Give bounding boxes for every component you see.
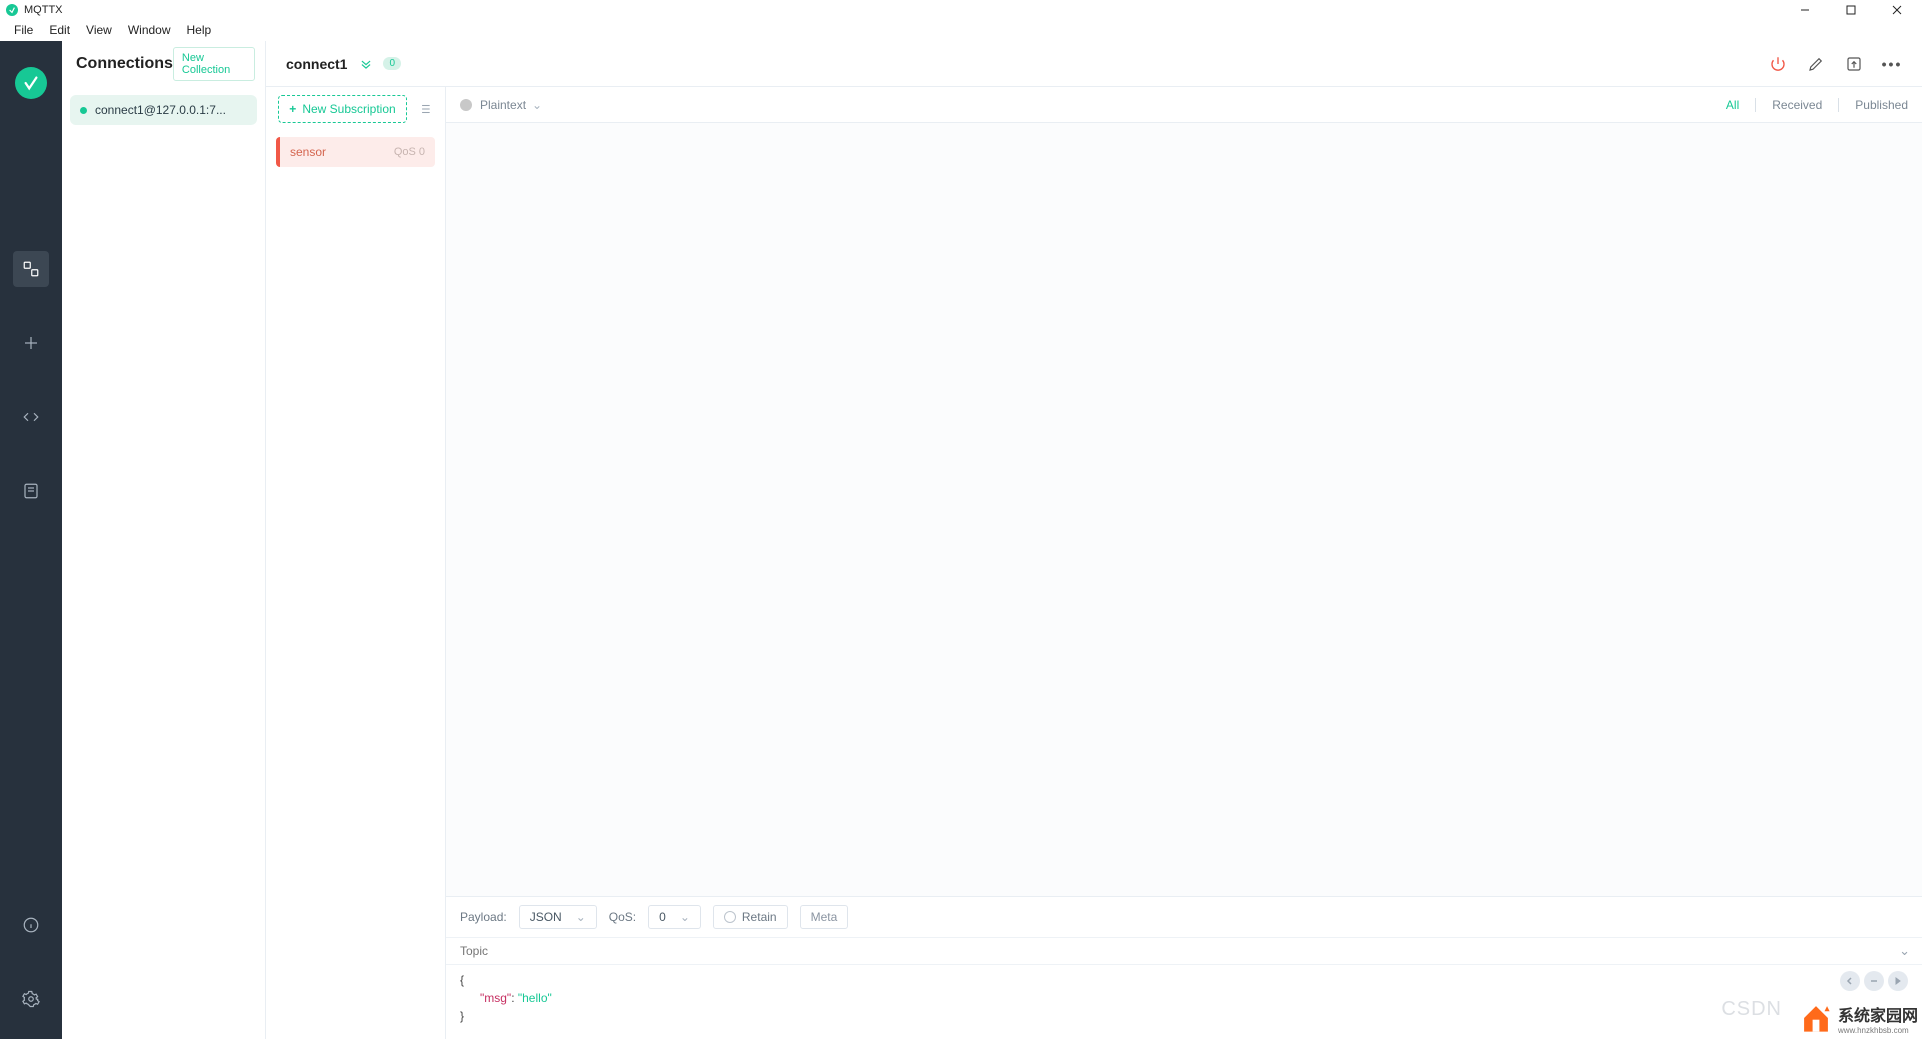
payload-editor[interactable]: { "msg": "hello" } <box>446 965 1922 1039</box>
chevron-down-icon[interactable]: ⌄ <box>1899 943 1910 959</box>
qos-select[interactable]: 0 ⌄ <box>648 905 701 929</box>
connections-panel: Connections New Collection connect1@127.… <box>62 41 266 1039</box>
connection-item-label: connect1@127.0.0.1:7... <box>95 103 226 117</box>
display-mode-select[interactable]: Plaintext ⌄ <box>480 98 542 112</box>
topic-input[interactable] <box>446 937 1922 965</box>
payload-label: Payload: <box>460 910 507 924</box>
title-bar: MQTTX <box>0 0 1922 19</box>
send-button[interactable] <box>1888 971 1908 991</box>
new-collection-button[interactable]: New Collection <box>173 47 255 81</box>
nav-logs[interactable] <box>13 473 49 509</box>
connection-title: connect1 <box>286 56 347 72</box>
menu-window[interactable]: Window <box>120 21 179 39</box>
message-count-badge: 0 <box>383 57 401 70</box>
chevron-down-icon: ⌄ <box>576 910 586 924</box>
new-subscription-label: New Subscription <box>302 102 395 116</box>
plus-icon: + <box>289 102 296 116</box>
app-icon <box>6 4 18 16</box>
window-minimize-button[interactable] <box>1782 0 1828 19</box>
connection-item[interactable]: connect1@127.0.0.1:7... <box>70 95 257 125</box>
subscription-item[interactable]: sensor QoS 0 <box>276 137 435 167</box>
subscriptions-panel: + New Subscription sensor QoS 0 <box>266 87 446 1039</box>
retain-label: Retain <box>742 910 777 924</box>
menu-help[interactable]: Help <box>179 21 220 39</box>
nav-scripts[interactable] <box>13 399 49 435</box>
payload-type-value: JSON <box>530 910 562 924</box>
nav-new[interactable] <box>13 325 49 361</box>
all-topics-dot-icon[interactable] <box>460 99 472 111</box>
nav-rail <box>0 41 62 1039</box>
disconnect-button[interactable] <box>1768 54 1788 74</box>
window-maximize-button[interactable] <box>1828 0 1874 19</box>
logo-icon <box>15 67 47 99</box>
menu-view[interactable]: View <box>78 21 120 39</box>
history-prev-button[interactable] <box>1840 971 1860 991</box>
connections-title: Connections <box>76 55 173 73</box>
subscription-topic: sensor <box>290 145 326 159</box>
payload-value: "hello" <box>518 991 552 1005</box>
retain-toggle[interactable]: Retain <box>713 905 788 929</box>
tab-all[interactable]: All <box>1726 98 1739 112</box>
display-mode-label: Plaintext <box>480 98 526 112</box>
history-clear-button[interactable] <box>1864 971 1884 991</box>
edit-button[interactable] <box>1806 54 1826 74</box>
window-close-button[interactable] <box>1874 0 1920 19</box>
nav-connections[interactable] <box>13 251 49 287</box>
expand-all-icon[interactable] <box>359 57 373 71</box>
subscription-layout-toggle[interactable] <box>415 99 435 119</box>
message-toolbar: Plaintext ⌄ All Received Published <box>446 87 1922 123</box>
publish-area: Payload: JSON ⌄ QoS: 0 ⌄ Retain <box>446 896 1922 1039</box>
qos-value: 0 <box>659 910 666 924</box>
tab-received[interactable]: Received <box>1772 98 1822 112</box>
menu-file[interactable]: File <box>6 21 41 39</box>
messages-area <box>446 123 1922 896</box>
app-title: MQTTX <box>24 4 63 16</box>
nav-settings[interactable] <box>13 981 49 1017</box>
subscription-qos: QoS 0 <box>394 146 425 158</box>
meta-button[interactable]: Meta <box>800 905 849 929</box>
new-window-button[interactable] <box>1844 54 1864 74</box>
tab-published[interactable]: Published <box>1855 98 1908 112</box>
chevron-down-icon: ⌄ <box>532 98 542 112</box>
payload-type-select[interactable]: JSON ⌄ <box>519 905 597 929</box>
radio-icon <box>724 911 736 923</box>
more-button[interactable]: ••• <box>1882 54 1902 74</box>
menu-bar: File Edit View Window Help <box>0 19 1922 41</box>
nav-info[interactable] <box>13 907 49 943</box>
menu-edit[interactable]: Edit <box>41 21 78 39</box>
chevron-down-icon: ⌄ <box>680 910 690 924</box>
new-subscription-button[interactable]: + New Subscription <box>278 95 407 123</box>
status-connected-icon <box>80 107 87 114</box>
qos-label: QoS: <box>609 910 636 924</box>
connection-header: connect1 0 ••• <box>266 41 1922 87</box>
payload-key: "msg" <box>480 991 511 1005</box>
